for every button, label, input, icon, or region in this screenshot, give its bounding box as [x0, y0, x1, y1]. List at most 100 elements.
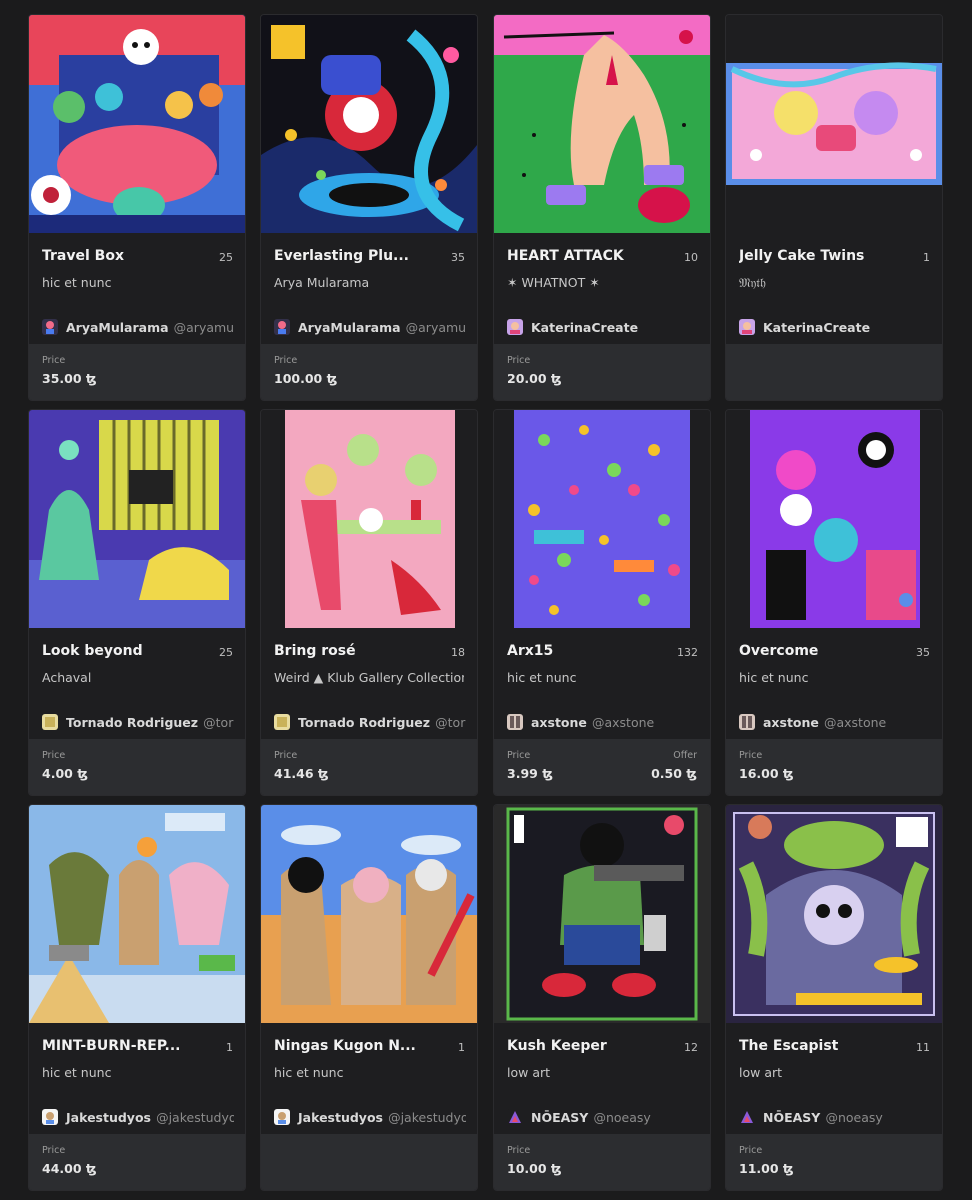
collection-name[interactable]: Arya Mularama — [274, 275, 464, 290]
price-panel: Price 100.00 ꜩ — [261, 344, 477, 400]
everlasting-artwork[interactable] — [261, 15, 477, 233]
heart-attack-artwork[interactable] — [494, 15, 710, 233]
creator-row[interactable]: KaterinaCreate — [739, 317, 931, 337]
creator-row[interactable]: KaterinaCreate — [507, 317, 699, 337]
card-title[interactable]: The Escapist — [739, 1038, 899, 1054]
creator-row[interactable]: axstone @axstone — [739, 712, 931, 732]
creator-name[interactable]: NŌEASY — [531, 1110, 588, 1125]
collection-name[interactable]: Achaval — [42, 670, 232, 685]
creator-row[interactable]: AryaMularama @aryamularama — [274, 317, 466, 337]
escapist-artwork[interactable] — [726, 805, 942, 1023]
creator-handle[interactable]: @jakestudyos — [156, 1110, 234, 1125]
nft-card[interactable]: MINT-BURN-REP... 1 hic et nunc Jakestudy… — [28, 804, 246, 1191]
creator-name[interactable]: Tornado Rodriguez — [298, 715, 430, 730]
collection-name[interactable]: low art — [739, 1065, 929, 1080]
nft-card[interactable]: Look beyond 25 Achaval Tornado Rodriguez… — [28, 409, 246, 796]
creator-handle[interactable]: @jakestudyos — [388, 1110, 466, 1125]
creator-name[interactable]: Tornado Rodriguez — [66, 715, 198, 730]
collection-name[interactable]: hic et nunc — [507, 670, 697, 685]
ningas-artwork[interactable] — [261, 805, 477, 1023]
nft-card[interactable]: Everlasting Plu... 35 Arya Mularama Arya… — [260, 14, 478, 401]
price-value: 44.00 ꜩ — [42, 1161, 97, 1176]
nft-card[interactable]: Overcome 35 hic et nunc axstone @axstone… — [725, 409, 943, 796]
creator-row[interactable]: NŌEASY @noeasy — [507, 1107, 699, 1127]
card-title[interactable]: Jelly Cake Twins — [739, 248, 899, 264]
jelly-cake-artwork[interactable] — [726, 15, 942, 233]
nft-card[interactable]: Jelly Cake Twins 1 𝔐𝔶𝔱𝔥 KaterinaCreate — [725, 14, 943, 401]
collection-name[interactable]: low art — [507, 1065, 697, 1080]
card-title[interactable]: Ningas Kugon N... — [274, 1038, 434, 1054]
creator-row[interactable]: axstone @axstone — [507, 712, 699, 732]
creator-handle[interactable]: @tornado — [203, 715, 234, 730]
price-value: 16.00 ꜩ — [739, 766, 794, 781]
creator-row[interactable]: Jakestudyos @jakestudyos — [274, 1107, 466, 1127]
creator-name[interactable]: AryaMularama — [298, 320, 401, 335]
nft-card[interactable]: Ningas Kugon N... 1 hic et nunc Jakestud… — [260, 804, 478, 1191]
price-value: 3.99 ꜩ — [507, 766, 553, 781]
nft-card[interactable]: The Escapist 11 low art NŌEASY @noeasy P… — [725, 804, 943, 1191]
avatar — [507, 1108, 523, 1125]
card-title[interactable]: Arx15 — [507, 643, 667, 659]
collection-name[interactable]: hic et nunc — [42, 275, 232, 290]
mint-burn-artwork[interactable] — [29, 805, 245, 1023]
card-title[interactable]: Look beyond — [42, 643, 202, 659]
avatar — [507, 713, 523, 730]
price-value: 4.00 ꜩ — [42, 766, 88, 781]
collection-name[interactable]: hic et nunc — [739, 670, 929, 685]
creator-name[interactable]: Jakestudyos — [66, 1110, 151, 1125]
creator-name[interactable]: axstone — [531, 715, 587, 730]
edition-count: 35 — [916, 646, 930, 659]
nft-card[interactable]: Kush Keeper 12 low art NŌEASY @noeasy Pr… — [493, 804, 711, 1191]
bring-rose-artwork[interactable] — [261, 410, 477, 628]
creator-handle[interactable]: @axstone — [592, 715, 654, 730]
creator-handle[interactable]: @axstone — [824, 715, 886, 730]
creator-handle[interactable]: @aryamularama — [406, 320, 466, 335]
nft-card[interactable]: Arx15 132 hic et nunc axstone @axstone P… — [493, 409, 711, 796]
collection-name[interactable]: Weird ▲ Klub Gallery Collection — [274, 670, 464, 685]
creator-name[interactable]: Jakestudyos — [298, 1110, 383, 1125]
card-title[interactable]: HEART ATTACK — [507, 248, 667, 264]
price-label: Price — [274, 355, 298, 366]
creator-name[interactable]: AryaMularama — [66, 320, 169, 335]
card-title[interactable]: Kush Keeper — [507, 1038, 667, 1054]
price-label: Price — [42, 1145, 66, 1156]
look-beyond-artwork[interactable] — [29, 410, 245, 628]
creator-name[interactable]: KaterinaCreate — [531, 320, 638, 335]
price-panel: Price 10.00 ꜩ — [494, 1134, 710, 1190]
collection-name[interactable]: 𝔐𝔶𝔱𝔥 — [739, 275, 929, 291]
collection-name[interactable]: ✶ WHATNOT ✶ — [507, 275, 697, 290]
creator-row[interactable]: AryaMularama @aryamularama — [42, 317, 234, 337]
travel-box-artwork[interactable] — [29, 15, 245, 233]
card-title[interactable]: Travel Box — [42, 248, 202, 264]
collection-name[interactable]: hic et nunc — [42, 1065, 232, 1080]
kush-keeper-artwork[interactable] — [494, 805, 710, 1023]
creator-row[interactable]: Tornado Rodriguez @tornado — [42, 712, 234, 732]
card-title[interactable]: Bring rosé — [274, 643, 434, 659]
price-label: Price — [42, 355, 66, 366]
card-title[interactable]: Overcome — [739, 643, 899, 659]
avatar — [507, 318, 523, 335]
nft-card[interactable]: HEART ATTACK 10 ✶ WHATNOT ✶ KaterinaCrea… — [493, 14, 711, 401]
nft-card[interactable]: Travel Box 25 hic et nunc AryaMularama @… — [28, 14, 246, 401]
price-label: Price — [739, 750, 763, 761]
creator-name[interactable]: NŌEASY — [763, 1110, 820, 1125]
next-row-edge — [0, 1196, 972, 1200]
creator-name[interactable]: KaterinaCreate — [763, 320, 870, 335]
creator-row[interactable]: NŌEASY @noeasy — [739, 1107, 931, 1127]
collection-name[interactable]: hic et nunc — [274, 1065, 464, 1080]
nft-card[interactable]: Bring rosé 18 Weird ▲ Klub Gallery Colle… — [260, 409, 478, 796]
creator-name[interactable]: axstone — [763, 715, 819, 730]
creator-row[interactable]: Jakestudyos @jakestudyos — [42, 1107, 234, 1127]
creator-handle[interactable]: @noeasy — [825, 1110, 882, 1125]
overcome-artwork[interactable] — [726, 410, 942, 628]
creator-row[interactable]: Tornado Rodriguez @tornado — [274, 712, 466, 732]
creator-handle[interactable]: @noeasy — [593, 1110, 650, 1125]
card-title[interactable]: Everlasting Plu... — [274, 248, 434, 264]
creator-handle[interactable]: @tornado — [435, 715, 466, 730]
avatar — [42, 713, 58, 730]
card-title[interactable]: MINT-BURN-REP... — [42, 1038, 202, 1054]
avatar — [739, 318, 755, 335]
creator-handle[interactable]: @aryamularama — [174, 320, 234, 335]
avatar — [42, 318, 58, 335]
arx15-artwork[interactable] — [494, 410, 710, 628]
